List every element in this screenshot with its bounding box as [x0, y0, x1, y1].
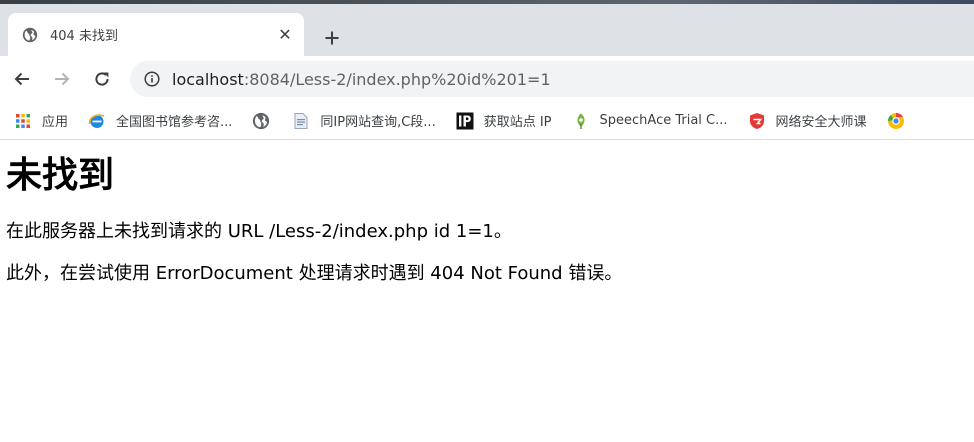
leaf-icon — [572, 112, 590, 130]
toolbar: localhost:8084/Less-2/index.php%20id%201… — [0, 56, 974, 102]
bookmark-label: 同IP网站查询,C段... — [320, 115, 436, 130]
url-path: :8084/Less-2/index.php%20id%201=1 — [243, 69, 551, 89]
document-icon — [292, 112, 310, 130]
url-text[interactable]: localhost:8084/Less-2/index.php%20id%201… — [172, 70, 551, 89]
tab-title: 404 未找到 — [50, 29, 118, 44]
browser-window: 404 未找到 ✕ localhost:8084/Less-2/index.ph… — [0, 0, 974, 442]
plus-icon — [325, 31, 339, 45]
shield-icon — [748, 112, 766, 130]
new-tab-button[interactable] — [318, 24, 346, 52]
ip-icon — [456, 112, 474, 130]
bookmark-label: 应用 — [42, 115, 69, 130]
bookmark-label: SpeechAce Trial C... — [599, 113, 728, 128]
ie-icon — [88, 112, 106, 130]
error-message: 在此服务器上未找到请求的 URL /Less-2/index.php id 1=… — [6, 221, 512, 242]
close-icon[interactable]: ✕ — [276, 25, 294, 44]
bookmark-label: 获取站点 IP — [483, 115, 552, 130]
error-document-message: 此外，在尝试使用 ErrorDocument 处理请求时遇到 404 Not F… — [6, 263, 623, 284]
bookmark-library[interactable]: 全国图书馆参考咨... — [88, 111, 232, 130]
arrow-left-icon — [14, 72, 29, 86]
bookmark-label: 网络安全大师课 — [775, 115, 867, 130]
bookmark-globe[interactable] — [252, 112, 280, 130]
bookmark-chrome-partial[interactable] — [887, 112, 915, 130]
bookmark-security-course[interactable]: 网络安全大师课 — [748, 111, 867, 130]
globe-icon — [252, 112, 270, 130]
reload-button[interactable] — [88, 65, 116, 93]
reload-icon — [95, 72, 109, 86]
apps-grid-icon — [14, 112, 32, 130]
tab-bar: 404 未找到 ✕ — [0, 4, 974, 56]
back-button[interactable] — [8, 65, 36, 93]
bookmark-get-ip[interactable]: 获取站点 IP — [456, 111, 552, 130]
page-content: 未找到 在此服务器上未找到请求的 URL /Less-2/index.php i… — [0, 154, 974, 286]
globe-icon — [22, 27, 38, 43]
tab-active[interactable]: 404 未找到 ✕ — [8, 13, 304, 56]
arrow-right-icon — [55, 72, 70, 86]
bookmark-same-ip[interactable]: 同IP网站查询,C段... — [292, 111, 436, 130]
bookmark-label: 全国图书馆参考咨... — [116, 115, 233, 130]
bookmarks-bar: 应用 全国图书馆参考咨... 同IP网站查询,C段... 获取站点 IP Spe… — [0, 102, 974, 140]
info-icon[interactable] — [144, 71, 160, 87]
url-host: localhost — [172, 69, 244, 89]
page-heading: 未找到 — [6, 155, 115, 196]
forward-button[interactable] — [48, 65, 76, 93]
bookmark-apps[interactable]: 应用 — [14, 111, 68, 130]
chrome-icon — [887, 112, 905, 130]
bookmark-speechace[interactable]: SpeechAce Trial C... — [572, 112, 728, 130]
address-bar[interactable]: localhost:8084/Less-2/index.php%20id%201… — [130, 61, 974, 97]
